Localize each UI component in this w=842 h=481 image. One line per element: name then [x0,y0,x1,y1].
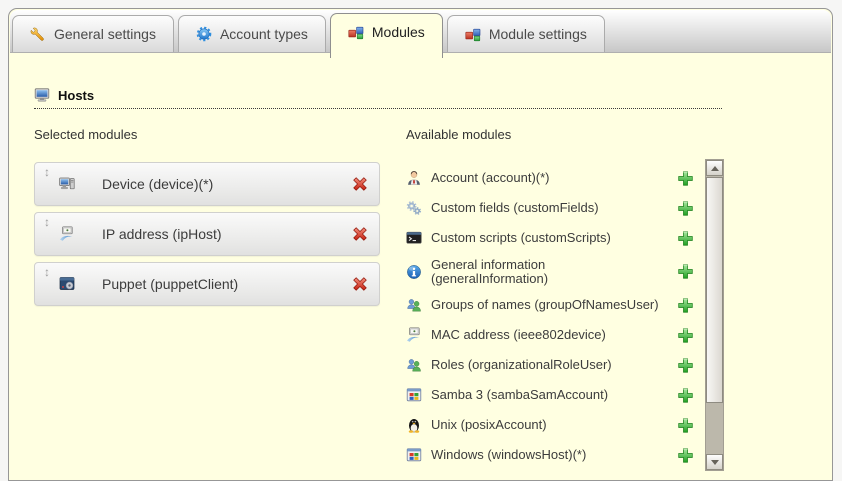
remove-module-button[interactable] [351,275,369,293]
add-icon [677,263,694,280]
drag-handle-icon[interactable]: ↕ [44,216,50,228]
windows-flag-icon [406,447,422,463]
remove-icon [351,175,369,193]
add-module-button[interactable] [677,447,694,464]
available-module-row-samba-3: Samba 3 (sambaSamAccount) [406,385,698,405]
tab-general-settings[interactable]: General settings [12,15,174,52]
remove-module-button[interactable] [351,225,369,243]
available-module-row-mac-address: MAC address (ieee802device) [406,325,698,345]
add-icon [677,200,694,217]
selected-module-row-puppet[interactable]: ↕ Puppet (puppetClient) [34,262,380,306]
tab-label: Module settings [489,26,587,42]
selected-modules-column: Selected modules ↕ Device (device)(*) ↕ … [34,127,380,464]
custom-scripts-terminal-icon [406,230,422,246]
host-monitor-icon [34,87,50,103]
tab-module-settings[interactable]: Module settings [447,15,605,52]
modules-cubes-icon [348,24,364,40]
available-module-row-general-information: General information (generalInformation) [406,258,698,285]
available-module-row-windows: Windows (windowsHost)(*) [406,445,698,464]
roles-people-icon [406,357,422,373]
available-module-row-roles: Roles (organizationalRoleUser) [406,355,698,375]
module-label: Groups of names (groupOfNamesUser) [431,298,659,312]
selected-modules-heading: Selected modules [34,127,380,142]
add-icon [677,170,694,187]
tab-account-types[interactable]: Account types [178,15,326,52]
available-module-row-unix: Unix (posixAccount) [406,415,698,435]
module-label: Custom fields (customFields) [431,201,599,215]
account-types-gear-icon [196,26,212,42]
selected-module-row-device[interactable]: ↕ Device (device)(*) [34,162,380,206]
triangle-up-icon [711,166,719,171]
drag-handle-icon[interactable]: ↕ [44,166,50,178]
add-module-button[interactable] [677,297,694,314]
available-module-row-account: Account (account)(*) [406,168,698,188]
section-title: Hosts [58,88,94,103]
add-module-button[interactable] [677,200,694,217]
add-icon [677,230,694,247]
module-label: Windows (windowsHost)(*) [431,448,586,462]
mac-address-computer-icon [406,327,422,343]
triangle-down-icon [711,460,719,465]
scroll-thumb[interactable] [706,177,723,403]
groups-of-names-people-icon [406,297,422,313]
add-module-button[interactable] [677,417,694,434]
module-label: Device (device)(*) [102,176,213,192]
module-label: Puppet (puppetClient) [102,276,238,292]
add-module-button[interactable] [677,327,694,344]
remove-module-button[interactable] [351,175,369,193]
module-label: Custom scripts (customScripts) [431,231,611,245]
module-settings-cubes-icon [465,26,481,42]
remove-icon [351,275,369,293]
module-label: MAC address (ieee802device) [431,328,606,342]
module-label: General information (generalInformation) [431,258,659,285]
add-icon [677,297,694,314]
tab-modules[interactable]: Modules [330,13,443,58]
available-module-row-custom-fields: Custom fields (customFields) [406,198,698,218]
tab-bar: General settings Account types Modules M… [10,10,831,53]
drag-handle-icon[interactable]: ↕ [44,266,50,278]
add-icon [677,387,694,404]
add-module-button[interactable] [677,387,694,404]
available-modules-column: Available modules Account (account)(*) C… [406,127,724,464]
module-label: Unix (posixAccount) [431,418,547,432]
module-label: Roles (organizationalRoleUser) [431,358,612,372]
wrench-icon [30,26,46,42]
add-module-button[interactable] [677,357,694,374]
modules-tab-content: Hosts Selected modules ↕ Device (device)… [9,87,832,464]
device-icon [59,176,75,192]
add-icon [677,357,694,374]
add-module-button[interactable] [677,230,694,247]
selected-modules-list: ↕ Device (device)(*) ↕ IP address (ipHos… [34,162,380,306]
scroll-down-button[interactable] [706,454,723,470]
module-label: IP address (ipHost) [102,226,222,242]
add-module-button[interactable] [677,170,694,187]
tab-label: Modules [372,24,425,40]
unix-tux-icon [406,417,422,433]
add-icon [677,417,694,434]
module-label: Account (account)(*) [431,171,550,185]
add-icon [677,447,694,464]
scroll-up-button[interactable] [706,160,723,176]
add-icon [677,327,694,344]
ip-address-icon [59,226,75,242]
selected-module-row-ip-address[interactable]: ↕ IP address (ipHost) [34,212,380,256]
scrollbar[interactable] [705,159,724,471]
puppet-icon [59,276,75,292]
available-module-row-custom-scripts: Custom scripts (customScripts) [406,228,698,248]
tab-label: General settings [54,26,156,42]
account-person-icon [406,170,422,186]
settings-window: General settings Account types Modules M… [8,8,833,481]
available-modules-heading: Available modules [406,127,724,142]
section-hosts-header: Hosts [34,87,722,109]
available-modules-list: Account (account)(*) Custom fields (cust… [406,161,698,464]
available-module-row-groups-of-names: Groups of names (groupOfNamesUser) [406,295,698,315]
module-label: Samba 3 (sambaSamAccount) [431,388,608,402]
samba-windows-icon [406,387,422,403]
tab-label: Account types [220,26,308,42]
general-information-info-icon [406,264,422,280]
add-module-button[interactable] [677,263,694,280]
custom-fields-gears-icon [406,200,422,216]
remove-icon [351,225,369,243]
